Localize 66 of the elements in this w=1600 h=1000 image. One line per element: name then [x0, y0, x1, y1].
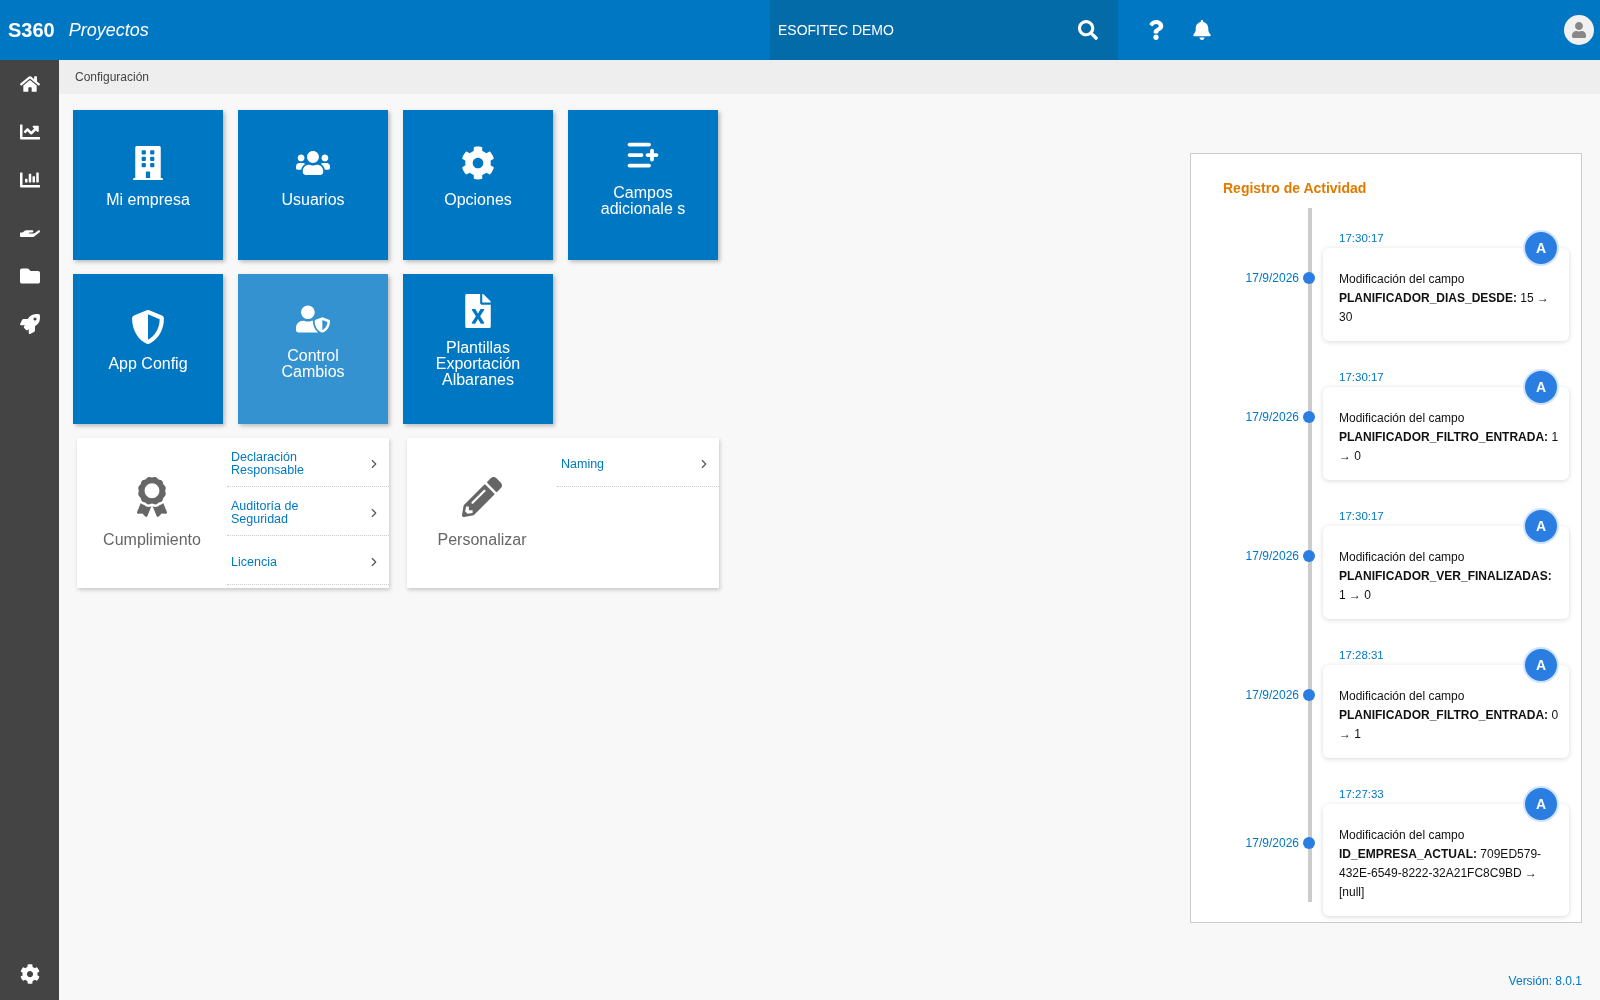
brand-logo: S360: [8, 18, 55, 42]
company-name: ESOFITEC DEMO: [778, 22, 895, 38]
entry-date: 17/9/2026: [1244, 836, 1300, 850]
entry-time: 17:27:33: [1339, 788, 1385, 800]
timeline-dot: [1303, 271, 1315, 284]
app-title: Proyectos: [68, 19, 149, 41]
panel-title: Registro de Actividad: [1223, 180, 1368, 196]
settings-tile[interactable]: Control Cambios: [238, 274, 388, 424]
breadcrumb: Configuración: [75, 70, 150, 84]
entry-time: 17:30:17: [1339, 232, 1385, 244]
search-icon[interactable]: [1078, 20, 1098, 40]
entry-date: 17/9/2026: [1244, 687, 1300, 702]
company-search-bar[interactable]: ESOFITEC DEMO: [770, 0, 1118, 60]
user-avatar[interactable]: [1564, 15, 1594, 45]
card-link[interactable]: Licencia: [227, 536, 389, 585]
entry-time: 17:30:17: [1339, 371, 1385, 383]
pencil-icon: [462, 477, 502, 517]
home-icon[interactable]: [19, 74, 40, 94]
activity-text: Modificación del campo PLANIFICADOR_VER_FINALIZADAS: 1 → 0: [1339, 549, 1553, 604]
folder-icon[interactable]: [19, 266, 40, 286]
bell-icon[interactable]: [1192, 20, 1212, 40]
user-avatar: A: [1523, 786, 1559, 822]
timeline-dot: [1303, 410, 1315, 423]
card-title: Personalizar: [437, 531, 527, 549]
tile-label: Opciones: [443, 192, 513, 208]
chart-icon[interactable]: [19, 122, 40, 142]
version-text: Versión: 8.0.1: [1508, 974, 1582, 988]
tile-label: Usuarios: [280, 192, 346, 208]
user-avatar: A: [1523, 369, 1559, 405]
timeline-dot: [1303, 688, 1315, 701]
timeline-dot: [1303, 837, 1315, 849]
activity-text: Modificación del campo PLANIFICADOR_FILTRO_ENTRADA: 0 → 1: [1339, 688, 1559, 743]
gear-icon: [461, 146, 495, 180]
activity-text: Modificación del campo PLANIFICADOR_FILTRO_ENTRADA: 1 → 0: [1339, 410, 1559, 465]
user-avatar: A: [1523, 647, 1559, 683]
activity-text: Modificación del campo ID_EMPRESA_ACTUAL: 709ED579-432E-6549-8222-32A21FC8C9BD → [null]: [1339, 827, 1543, 901]
tile-label: App Config: [107, 356, 189, 372]
settings-tile[interactable]: Opciones: [403, 110, 553, 260]
entry-date: 17/9/2026: [1244, 409, 1300, 424]
entry-date: 17/9/2026: [1244, 548, 1300, 563]
tile-label: Plantillas Exportación Albaranes: [434, 340, 522, 388]
shield-icon: [131, 310, 165, 344]
activity-text: Modificación del campo PLANIFICADOR_DIAS_DESDE: 15 → 30: [1339, 271, 1551, 326]
timeline-dot: [1303, 549, 1315, 562]
settings-tile[interactable]: App Config: [73, 274, 223, 424]
entry-time: 17:30:17: [1339, 510, 1385, 522]
settings-tile[interactable]: Plantillas Exportación Albaranes: [403, 274, 553, 424]
rocket-icon[interactable]: [19, 314, 40, 334]
settings-tile[interactable]: Usuarios: [238, 110, 388, 260]
bar-chart-icon[interactable]: [19, 170, 40, 190]
card-link[interactable]: Declaración Responsable: [227, 438, 389, 487]
settings-tile[interactable]: Campos adicionale s: [568, 110, 718, 260]
settings-tile[interactable]: Mi empresa: [73, 110, 223, 260]
building-icon: [131, 146, 165, 180]
card-link[interactable]: Auditoría de Seguridad: [227, 487, 389, 536]
tile-label: Mi empresa: [105, 192, 191, 208]
entry-time: 17:28:31: [1339, 649, 1385, 661]
tile-label: Control Cambios: [280, 348, 346, 380]
card-title: Cumplimiento: [103, 531, 201, 549]
card-link[interactable]: Naming: [557, 438, 719, 487]
settings-icon[interactable]: [19, 964, 40, 984]
tile-label: Campos adicionale s: [599, 185, 687, 217]
worker-icon: [296, 302, 330, 336]
user-avatar: A: [1523, 508, 1559, 544]
user-avatar: A: [1523, 230, 1559, 266]
entry-date: 17/9/2026: [1244, 270, 1300, 285]
